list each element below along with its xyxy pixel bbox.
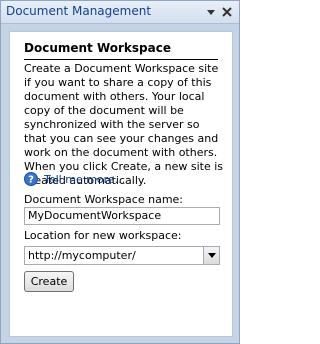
description-text: Create a Document Workspace site if you … [24, 62, 224, 187]
location-value[interactable]: http://mycomputer/ [28, 249, 136, 262]
tell-me-more-label[interactable]: Tell me more... [44, 173, 125, 186]
document-management-pane: Document Management Document Workspace C… [0, 0, 240, 344]
close-icon[interactable] [220, 5, 234, 19]
location-combobox[interactable]: http://mycomputer/ [24, 246, 220, 265]
workspace-name-field[interactable]: MyDocumentWorkspace [24, 207, 220, 225]
workspace-panel: Document Workspace Create a Document Wor… [9, 31, 233, 337]
location-label: Location for new workspace: [24, 229, 182, 242]
svg-text:?: ? [28, 175, 34, 186]
location-dropdown-button[interactable] [203, 247, 219, 264]
help-icon: ? [24, 172, 38, 186]
chevron-down-icon[interactable] [205, 6, 217, 18]
tell-me-more-link[interactable]: ? Tell me more... [24, 171, 125, 187]
pane-title: Document Management [6, 4, 152, 18]
create-button[interactable]: Create [24, 271, 74, 292]
heading-divider [24, 59, 218, 60]
pane-title-bar: Document Management [1, 1, 239, 24]
section-heading: Document Workspace [24, 41, 171, 55]
workspace-name-label: Document Workspace name: [24, 193, 184, 206]
dropdown-arrow-icon [207, 253, 216, 258]
